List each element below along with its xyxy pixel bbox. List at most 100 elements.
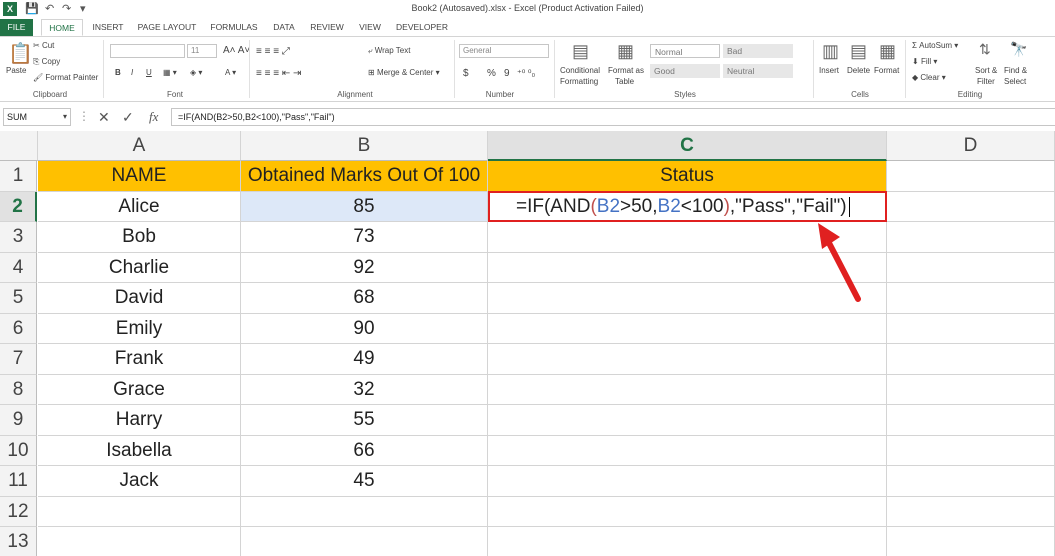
cell-d6[interactable]	[887, 313, 1055, 344]
cell-c12[interactable]	[488, 496, 887, 527]
italic-button[interactable]: I	[131, 68, 133, 77]
tab-review[interactable]: REVIEW	[306, 19, 348, 36]
row-header-13[interactable]: 13	[0, 527, 37, 556]
cell-b12[interactable]	[241, 496, 488, 527]
conditional-formatting-icon[interactable]: ▤	[572, 41, 589, 62]
wrap-text-button[interactable]: ⤶ Wrap Text	[368, 46, 410, 56]
cell-d12[interactable]	[887, 496, 1055, 527]
cell-d13[interactable]	[887, 527, 1055, 556]
cell-b11[interactable]: 45	[241, 466, 488, 497]
merge-center-button[interactable]: ⊞ Merge & Center ▾	[368, 68, 440, 77]
column-header-b[interactable]: B	[241, 131, 488, 161]
font-size-box[interactable]: 11	[187, 44, 217, 58]
cell-c11[interactable]	[488, 466, 887, 497]
conditional-formatting-button[interactable]: Conditional	[560, 66, 600, 75]
cell-a12[interactable]	[38, 496, 241, 527]
formula-input[interactable]: =IF(AND(B2>50,B2<100),"Pass","Fail")	[171, 108, 1055, 126]
underline-button[interactable]: U	[146, 68, 152, 77]
tab-page-layout[interactable]: PAGE LAYOUT	[134, 19, 200, 36]
delete-cells-button[interactable]: Delete	[847, 66, 870, 75]
cell-b4[interactable]: 92	[241, 252, 488, 283]
delete-cells-icon[interactable]: ▤	[850, 41, 867, 62]
align-top-icons[interactable]: ≡ ≡ ≡ ⤢	[256, 46, 290, 57]
cell-d3[interactable]	[887, 222, 1055, 253]
row-header-3[interactable]: 3	[0, 222, 37, 253]
cell-d7[interactable]	[887, 344, 1055, 375]
row-header-1[interactable]: 1	[0, 161, 37, 192]
paste-icon[interactable]: 📋	[8, 41, 33, 66]
currency-button[interactable]: $	[463, 68, 469, 79]
row-header-11[interactable]: 11	[0, 466, 37, 497]
cell-a3[interactable]: Bob	[38, 222, 241, 253]
select-all-corner[interactable]	[0, 131, 38, 161]
style-good[interactable]: Good	[650, 64, 720, 78]
cell-d5[interactable]	[887, 283, 1055, 314]
cell-a6[interactable]: Emily	[38, 313, 241, 344]
row-header-7[interactable]: 7	[0, 344, 37, 375]
cut-button[interactable]: ✂ Cut	[33, 41, 54, 50]
cell-a10[interactable]: Isabella	[38, 435, 241, 466]
autosum-button[interactable]: Σ AutoSum ▾	[912, 41, 958, 50]
cell-b13[interactable]	[241, 527, 488, 556]
cell-b1[interactable]: Obtained Marks Out Of 100	[241, 161, 488, 192]
insert-function-icon[interactable]: fx	[149, 109, 158, 125]
format-painter-button[interactable]: 🖌 Format Painter	[33, 73, 98, 82]
font-grow-icon[interactable]: A˄ A˅	[223, 45, 250, 56]
cell-c13[interactable]	[488, 527, 887, 556]
font-name-box[interactable]	[110, 44, 185, 58]
cell-a7[interactable]: Frank	[38, 344, 241, 375]
row-header-2[interactable]: 2	[0, 191, 37, 222]
font-color-icon[interactable]: A ▾	[225, 68, 236, 77]
decimal-icons[interactable]: ⁺⁰ ⁰₀	[517, 68, 535, 79]
cell-b10[interactable]: 66	[241, 435, 488, 466]
tab-developer[interactable]: DEVELOPER	[392, 19, 452, 36]
formula-bar-grip-icon[interactable]: ⋮	[78, 109, 90, 123]
paste-button[interactable]: Paste	[6, 66, 26, 75]
tab-insert[interactable]: INSERT	[88, 19, 128, 36]
cell-a4[interactable]: Charlie	[38, 252, 241, 283]
cell-a9[interactable]: Harry	[38, 405, 241, 436]
cell-a5[interactable]: David	[38, 283, 241, 314]
column-header-d[interactable]: D	[887, 131, 1055, 161]
insert-cells-icon[interactable]: ▥	[822, 41, 839, 62]
cell-d9[interactable]	[887, 405, 1055, 436]
cell-b7[interactable]: 49	[241, 344, 488, 375]
fill-color-icon[interactable]: ◈ ▾	[190, 68, 202, 77]
row-header-4[interactable]: 4	[0, 252, 37, 283]
cell-d11[interactable]	[887, 466, 1055, 497]
style-bad[interactable]: Bad	[723, 44, 793, 58]
worksheet-grid[interactable]: A B C D 1 NAME Obtained Marks Out Of 100 St…	[0, 131, 1055, 556]
cell-d4[interactable]	[887, 252, 1055, 283]
style-neutral[interactable]: Neutral	[723, 64, 793, 78]
cell-d1[interactable]	[887, 161, 1055, 192]
clear-button[interactable]: ◆ Clear ▾	[912, 73, 946, 82]
column-header-a[interactable]: A	[38, 131, 241, 161]
cell-a11[interactable]: Jack	[38, 466, 241, 497]
format-cells-button[interactable]: Format	[874, 66, 899, 75]
cancel-icon[interactable]: ✕	[98, 109, 110, 126]
cell-c1[interactable]: Status	[488, 161, 887, 192]
align-left-icons[interactable]: ≡ ≡ ≡ ⇤ ⇥	[256, 68, 301, 79]
cell-b5[interactable]: 68	[241, 283, 488, 314]
name-box[interactable]: SUM	[3, 108, 71, 126]
enter-icon[interactable]: ✓	[122, 109, 134, 126]
column-header-c[interactable]: C	[488, 131, 887, 161]
row-header-9[interactable]: 9	[0, 405, 37, 436]
row-header-6[interactable]: 6	[0, 313, 37, 344]
tab-home[interactable]: HOME	[41, 19, 83, 36]
find-select-button[interactable]: Find &	[1004, 66, 1027, 75]
name-box-dropdown-icon[interactable]: ▾	[63, 112, 67, 121]
tab-data[interactable]: DATA	[268, 19, 300, 36]
row-header-12[interactable]: 12	[0, 496, 37, 527]
percent-button[interactable]: %	[487, 68, 496, 79]
comma-button[interactable]: 9	[504, 68, 510, 79]
active-cell-c2[interactable]: =IF(AND(B2>50,B2<100),"Pass","Fail")	[488, 191, 887, 222]
cell-b2[interactable]: 85	[241, 191, 488, 222]
cell-a13[interactable]	[38, 527, 241, 556]
row-header-10[interactable]: 10	[0, 435, 37, 466]
insert-cells-button[interactable]: Insert	[819, 66, 839, 75]
cell-a2[interactable]: Alice	[38, 191, 241, 222]
cell-b9[interactable]: 55	[241, 405, 488, 436]
cell-c8[interactable]	[488, 374, 887, 405]
cell-c6[interactable]	[488, 313, 887, 344]
